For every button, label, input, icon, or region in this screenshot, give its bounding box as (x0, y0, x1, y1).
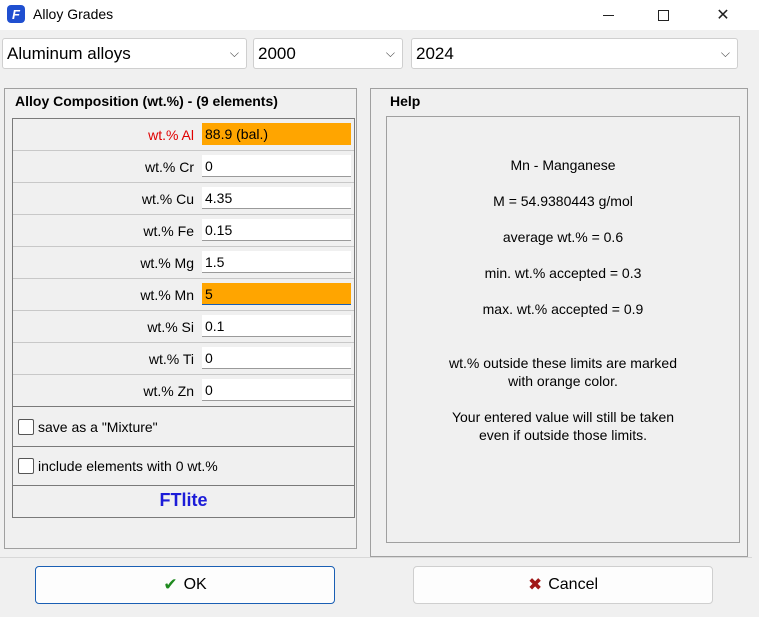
help-min: min. wt.% accepted = 0.3 (484, 265, 642, 281)
row-mn: wt.% Mn 5 (13, 279, 354, 311)
alloy-type-value: Aluminum alloys (7, 44, 131, 63)
alloy-type-select[interactable]: Aluminum alloys ⌵ (2, 38, 247, 69)
label-si: wt.% Si (147, 319, 194, 335)
brand-label: FTlite (159, 490, 208, 510)
title-bar: F Alloy Grades ✕ (0, 0, 759, 30)
help-note1-line2: with orange color. (508, 373, 618, 389)
chevron-down-icon: ⌵ (385, 46, 395, 60)
close-icon: ✕ (716, 7, 730, 24)
input-cu[interactable]: 4.35 (202, 187, 351, 209)
maximize-icon (657, 9, 669, 21)
row-cr: wt.% Cr 0 (13, 151, 354, 183)
row-zn: wt.% Zn 0 (13, 375, 354, 407)
help-note1-line1: wt.% outside these limits are marked (449, 355, 677, 371)
grade-value: 2024 (416, 44, 454, 63)
label-cr: wt.% Cr (145, 159, 194, 175)
label-mn: wt.% Mn (140, 287, 194, 303)
row-fe: wt.% Fe 0.15 (13, 215, 354, 247)
row-si: wt.% Si 0.1 (13, 311, 354, 343)
help-molar-mass: M = 54.9380443 g/mol (493, 193, 633, 209)
series-value: 2000 (258, 44, 296, 63)
label-fe: wt.% Fe (143, 223, 194, 239)
row-ti: wt.% Ti 0 (13, 343, 354, 375)
save-mixture-checkbox[interactable] (18, 419, 34, 435)
input-mg[interactable]: 1.5 (202, 251, 351, 273)
include-zero-checkbox[interactable] (18, 458, 34, 474)
grade-select[interactable]: 2024 ⌵ (411, 38, 738, 69)
cancel-label: Cancel (548, 576, 599, 593)
input-ti[interactable]: 0 (202, 347, 351, 369)
ok-button[interactable]: ✔ OK (35, 566, 335, 604)
maximize-button[interactable] (640, 0, 686, 30)
checkmark-icon: ✔ (163, 575, 178, 594)
input-fe[interactable]: 0.15 (202, 219, 351, 241)
series-select[interactable]: 2000 ⌵ (253, 38, 403, 69)
cancel-button[interactable]: ✖ Cancel (413, 566, 713, 604)
label-ti: wt.% Ti (148, 351, 194, 367)
ok-label: OK (183, 576, 207, 593)
save-mixture-option[interactable]: save as a "Mixture" (13, 408, 354, 447)
cross-icon: ✖ (527, 575, 543, 594)
row-mg: wt.% Mg 1.5 (13, 247, 354, 279)
label-zn: wt.% Zn (143, 383, 194, 399)
input-mn[interactable]: 5 (202, 283, 351, 305)
row-al: wt.% Al 88.9 (bal.) (13, 119, 354, 151)
minimize-button[interactable] (585, 0, 631, 30)
composition-title: Alloy Composition (wt.%) - (9 elements) (15, 93, 278, 109)
save-mixture-label: save as a "Mixture" (38, 419, 158, 435)
label-mg: wt.% Mg (140, 255, 194, 271)
help-note2-line2: even if outside those limits. (478, 427, 648, 443)
button-bar: ✔ OK ✖ Cancel (0, 557, 752, 611)
chevron-down-icon: ⌵ (229, 46, 239, 60)
window-title: Alloy Grades (33, 6, 114, 22)
input-zn[interactable]: 0 (202, 379, 351, 401)
composition-grid: wt.% Al 88.9 (bal.) wt.% Cr 0 wt.% Cu 4.… (12, 118, 355, 518)
help-max: max. wt.% accepted = 0.9 (482, 301, 644, 317)
input-si[interactable]: 0.1 (202, 315, 351, 337)
minimize-icon (602, 14, 614, 16)
label-cu: wt.% Cu (141, 191, 194, 207)
help-element: Mn - Manganese (510, 157, 616, 173)
label-al: wt.% Al (148, 127, 194, 143)
composition-panel: Alloy Composition (wt.%) - (9 elements) … (4, 88, 357, 549)
app-icon: F (7, 5, 25, 23)
brand-row: FTlite (13, 486, 354, 519)
row-cu: wt.% Cu 4.35 (13, 183, 354, 215)
input-al[interactable]: 88.9 (bal.) (202, 123, 351, 145)
include-zero-label: include elements with 0 wt.% (38, 458, 218, 474)
help-panel: Help Mn - Manganese M = 54.9380443 g/mol… (370, 88, 748, 557)
help-average: average wt.% = 0.6 (502, 229, 624, 245)
close-button[interactable]: ✕ (700, 0, 746, 30)
input-cr[interactable]: 0 (202, 155, 351, 177)
help-note2-line1: Your entered value will still be taken (451, 409, 675, 425)
include-zero-option[interactable]: include elements with 0 wt.% (13, 447, 354, 486)
help-title: Help (390, 93, 421, 109)
chevron-down-icon: ⌵ (720, 46, 730, 60)
help-content: Mn - Manganese M = 54.9380443 g/mol aver… (386, 116, 740, 543)
